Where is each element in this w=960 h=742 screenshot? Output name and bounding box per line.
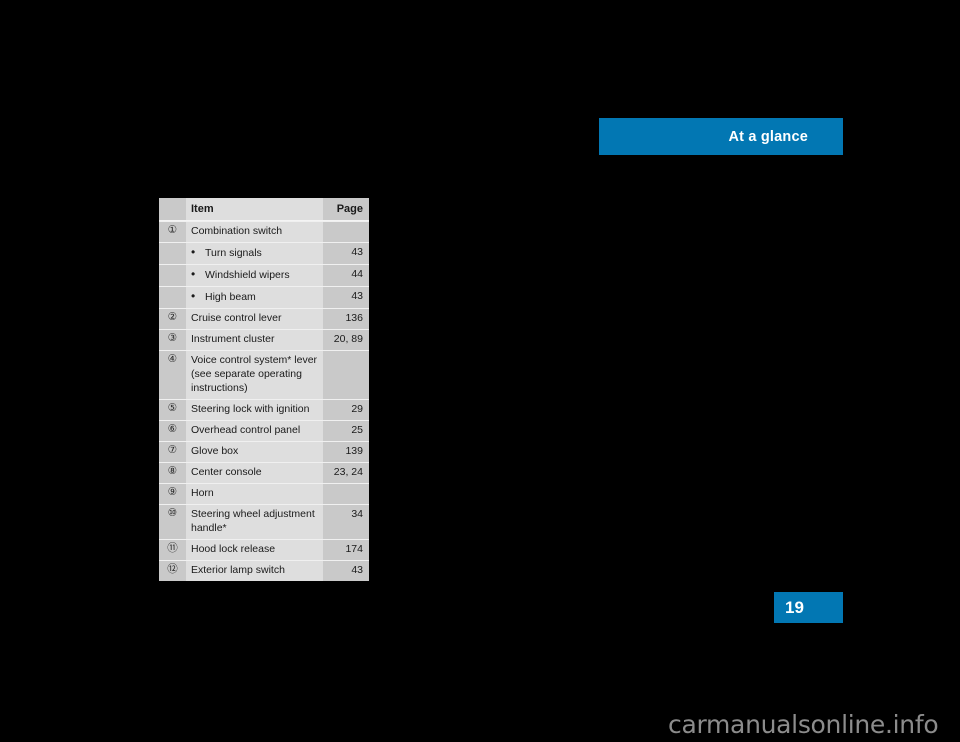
row-callout-number: ⑦ (159, 441, 186, 462)
row-page-reference: 43 (323, 560, 369, 581)
circled-number-icon: ⑫ (167, 563, 178, 575)
row-callout-number: ⑧ (159, 462, 186, 483)
row-callout-number: ⑨ (159, 483, 186, 504)
page-number: 19 (785, 597, 804, 617)
circled-number-icon: ⑩ (167, 507, 178, 519)
row-callout-number: ⑤ (159, 399, 186, 420)
chapter-banner-title: At a glance (728, 128, 808, 145)
table-row: • Turn signals 43 (159, 242, 369, 264)
row-callout-number (159, 264, 186, 286)
row-page-reference: 174 (323, 539, 369, 560)
table-row: ③ Instrument cluster 20, 89 (159, 329, 369, 350)
bullet-icon: • (191, 267, 196, 281)
circled-number-icon: ② (167, 311, 178, 323)
bullet-icon: • (191, 245, 196, 259)
row-item-label: Cruise control lever (186, 308, 323, 329)
row-item-label: Voice control system* lever (see separat… (186, 350, 323, 399)
page-number-tab: 19 (774, 592, 843, 623)
row-page-reference (323, 221, 369, 242)
table-row: ⑪ Hood lock release 174 (159, 539, 369, 560)
table-row: ① Combination switch (159, 221, 369, 242)
row-page-reference: 29 (323, 399, 369, 420)
row-item-label: Exterior lamp switch (186, 560, 323, 581)
circled-number-icon: ⑤ (167, 402, 178, 414)
row-item-label: Glove box (186, 441, 323, 462)
table-header-page: Page (323, 198, 369, 221)
table-row: • Windshield wipers 44 (159, 264, 369, 286)
row-callout-number: ③ (159, 329, 186, 350)
row-page-reference: 23, 24 (323, 462, 369, 483)
table-row: ⑨ Horn (159, 483, 369, 504)
table-row: ⑩ Steering wheel adjustment handle* 34 (159, 504, 369, 539)
table-header-row: Item Page (159, 198, 369, 221)
table-row: • High beam 43 (159, 286, 369, 308)
row-callout-number (159, 286, 186, 308)
row-item-label: Steering lock with ignition (186, 399, 323, 420)
row-item-label: Overhead control panel (186, 420, 323, 441)
table-row: ⑦ Glove box 139 (159, 441, 369, 462)
row-item-label: Instrument cluster (186, 329, 323, 350)
table-row: ⑫ Exterior lamp switch 43 (159, 560, 369, 581)
row-page-reference (323, 350, 369, 399)
table-header-item: Item (186, 198, 323, 221)
row-page-reference: 136 (323, 308, 369, 329)
row-item-label: • Windshield wipers (186, 264, 323, 286)
row-callout-number (159, 242, 186, 264)
row-page-reference: 43 (323, 286, 369, 308)
row-page-reference: 43 (323, 242, 369, 264)
row-item-label: Horn (186, 483, 323, 504)
row-item-label: Combination switch (186, 221, 323, 242)
table-row: ⑧ Center console 23, 24 (159, 462, 369, 483)
watermark: carmanualsonline.info (668, 710, 939, 739)
row-callout-number: ② (159, 308, 186, 329)
circled-number-icon: ⑧ (167, 465, 178, 477)
row-item-label: Hood lock release (186, 539, 323, 560)
table-row: ② Cruise control lever 136 (159, 308, 369, 329)
row-callout-number: ⑪ (159, 539, 186, 560)
row-item-label: • High beam (186, 286, 323, 308)
bullet-item-label: Windshield wipers (205, 269, 290, 281)
bullet-item-label: Turn signals (205, 247, 262, 259)
row-page-reference: 20, 89 (323, 329, 369, 350)
chapter-banner: At a glance (599, 118, 843, 155)
circled-number-icon: ⑦ (167, 444, 178, 456)
bullet-item-label: High beam (205, 291, 256, 303)
row-callout-number: ⑥ (159, 420, 186, 441)
row-callout-number: ④ (159, 350, 186, 399)
row-callout-number: ⑫ (159, 560, 186, 581)
table-row: ④ Voice control system* lever (see separa… (159, 350, 369, 399)
circled-number-icon: ④ (167, 353, 178, 365)
row-item-label: • Turn signals (186, 242, 323, 264)
legend-table: Item Page ① Combination switch • Turn signals… (159, 198, 369, 581)
table-row: ⑥ Overhead control panel 25 (159, 420, 369, 441)
row-page-reference: 44 (323, 264, 369, 286)
circled-number-icon: ① (167, 224, 178, 236)
row-page-reference: 25 (323, 420, 369, 441)
row-page-reference: 139 (323, 441, 369, 462)
circled-number-icon: ⑨ (167, 486, 178, 498)
row-callout-number: ① (159, 221, 186, 242)
row-item-label: Steering wheel adjustment handle* (186, 504, 323, 539)
table-header-num (159, 198, 186, 221)
row-page-reference: 34 (323, 504, 369, 539)
row-item-label: Center console (186, 462, 323, 483)
row-page-reference (323, 483, 369, 504)
circled-number-icon: ⑥ (167, 423, 178, 435)
row-callout-number: ⑩ (159, 504, 186, 539)
circled-number-icon: ③ (167, 332, 178, 344)
bullet-icon: • (191, 289, 196, 303)
table-row: ⑤ Steering lock with ignition 29 (159, 399, 369, 420)
circled-number-icon: ⑪ (167, 542, 178, 554)
